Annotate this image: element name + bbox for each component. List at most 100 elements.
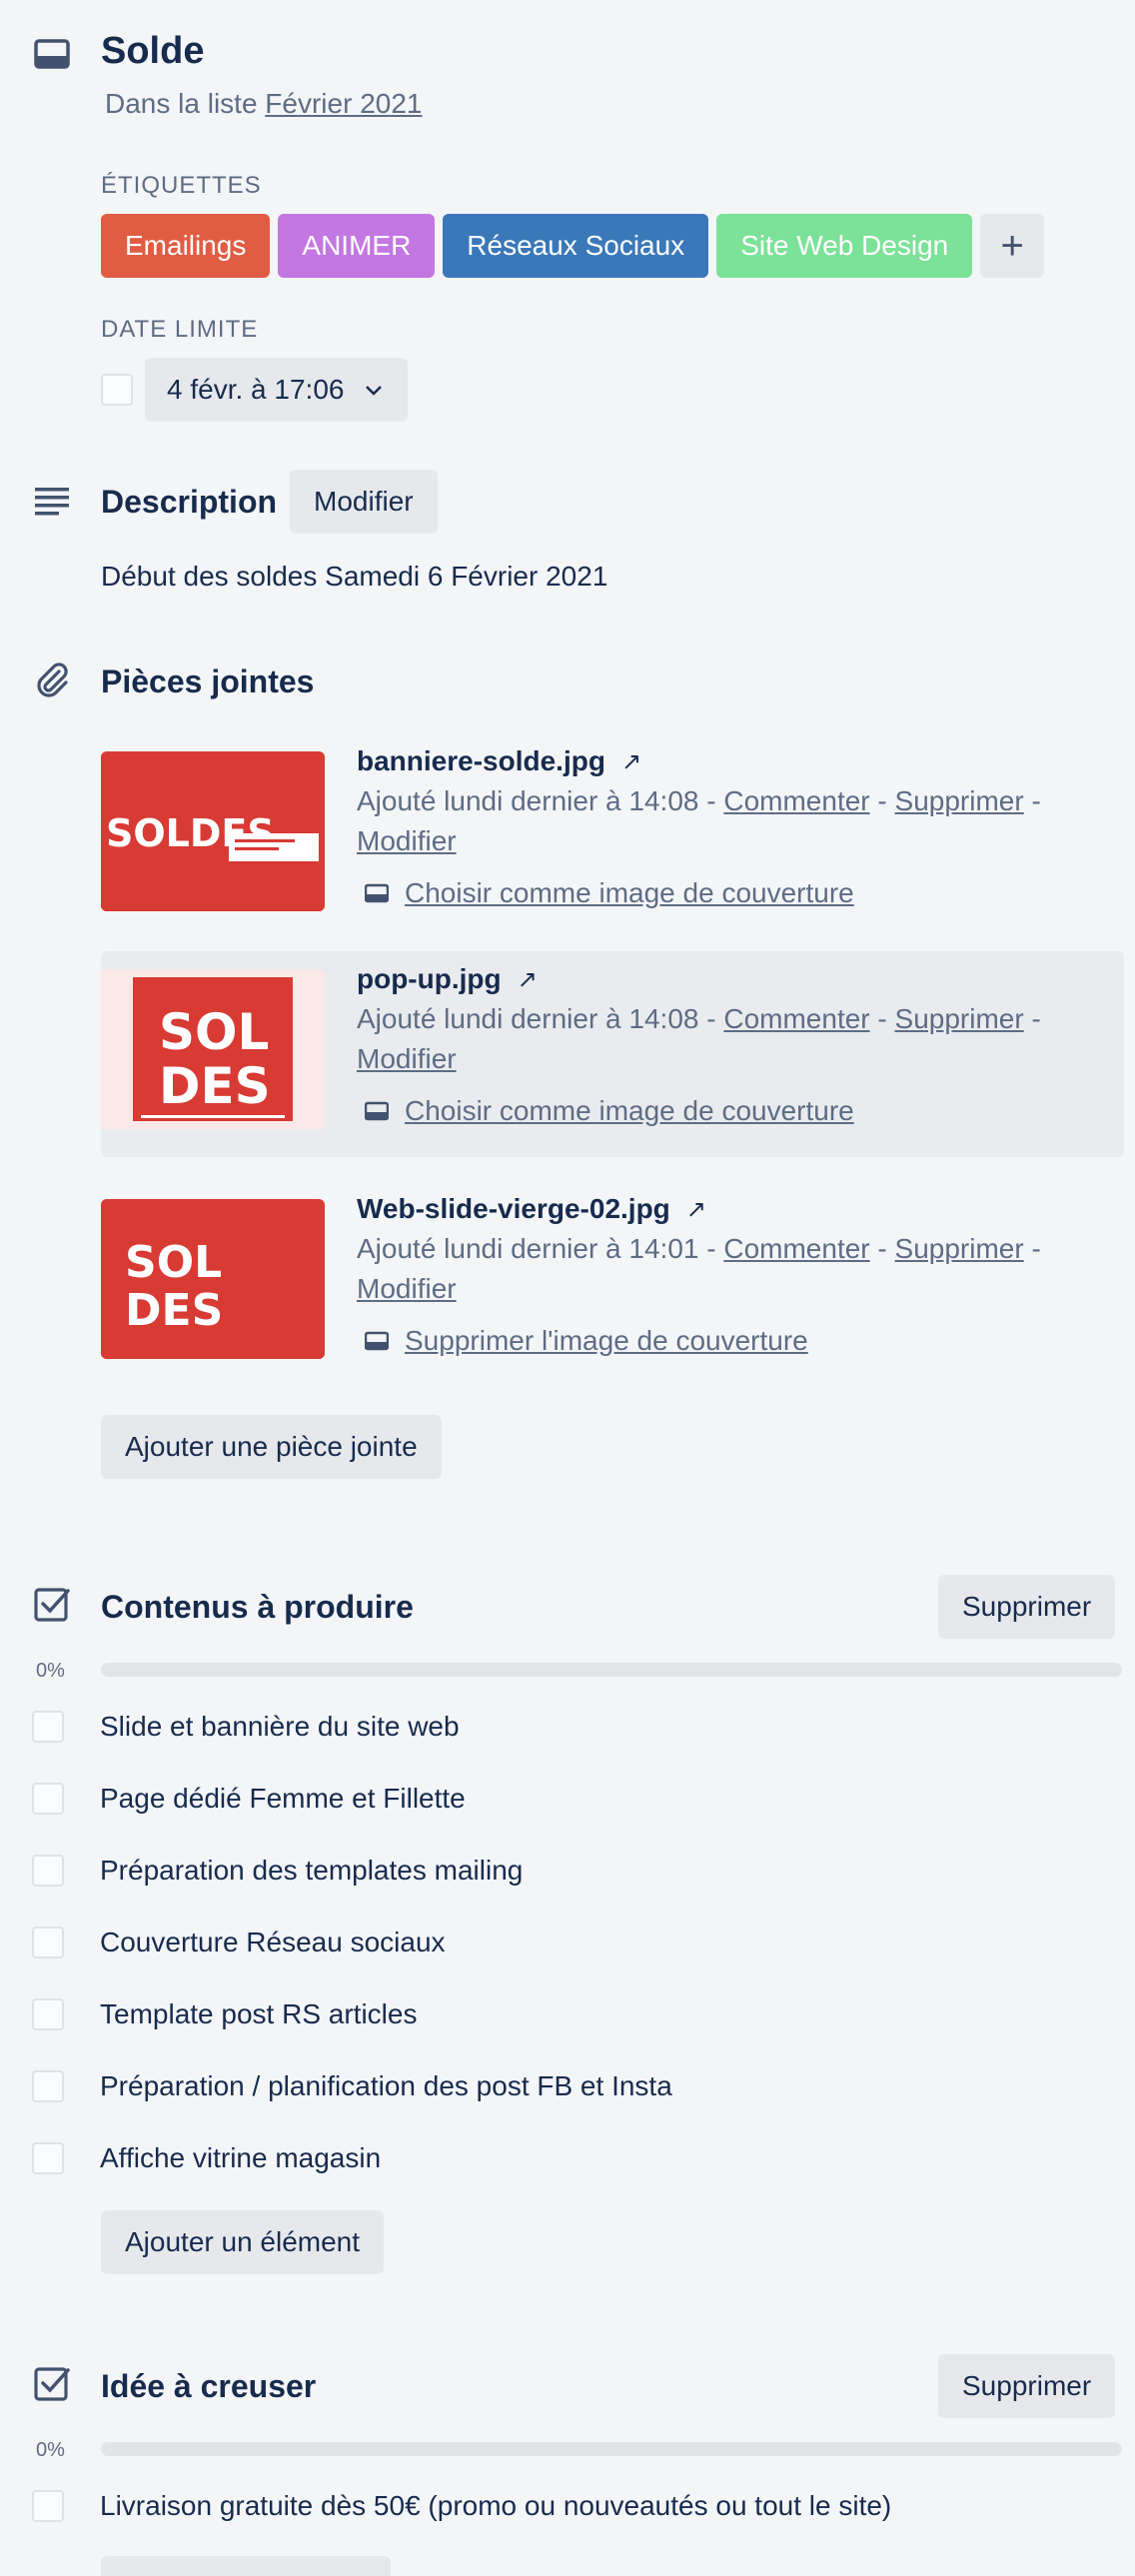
checklist-item[interactable]: Page dédié Femme et Fillette (32, 1783, 466, 1815)
delete-checklist-button[interactable]: Supprimer (938, 2354, 1116, 2418)
attachment-date: Ajouté lundi dernier à 14:01 - (357, 1233, 716, 1264)
thumb-des-text: DES (159, 1057, 271, 1115)
item-text[interactable]: Livraison gratuite dès 50€ (promo ou nou… (100, 2490, 891, 2522)
item-checkbox[interactable] (32, 1783, 64, 1815)
attachment-meta: Ajouté lundi dernier à 14:01 - Commenter… (357, 1233, 1041, 1304)
description-text[interactable]: Début des soldes Samedi 6 Février 2021 (101, 561, 607, 593)
attachment-date: Ajouté lundi dernier à 14:08 - (357, 785, 716, 816)
due-heading: DATE LIMITE (101, 316, 259, 343)
checklist-progress-percent: 0% (36, 1660, 65, 1682)
attachment-filename[interactable]: banniere-solde.jpg (357, 745, 605, 777)
item-checkbox[interactable] (32, 1927, 64, 1958)
add-label-button[interactable]: + (980, 214, 1045, 278)
attachment-thumbnail[interactable]: SOLDES (101, 751, 325, 911)
checklist-item[interactable]: Slide et bannière du site web (32, 1711, 460, 1743)
thumb-sol-text: SOL (125, 1237, 222, 1288)
comment-link[interactable]: Commenter (723, 1003, 869, 1034)
attachment-name[interactable]: pop-up.jpg ↗ (357, 963, 1116, 995)
checklist-item[interactable]: Template post RS articles (32, 1998, 417, 2030)
checklist-item[interactable]: Couverture Réseau sociaux (32, 1927, 446, 1958)
attachment-item[interactable]: SOLDES banniere-solde.jpg ↗ Ajouté lundi… (101, 733, 1124, 939)
list-link[interactable]: Février 2021 (265, 88, 422, 119)
edit-link[interactable]: Modifier (357, 1043, 457, 1074)
attachment-thumbnail[interactable]: SOL DES (101, 969, 325, 1129)
item-text[interactable]: Affiche vitrine magasin (100, 2142, 381, 2174)
thumb-sol-text: SOL (159, 1003, 269, 1061)
cover-action[interactable]: Choisir comme image de couverture (357, 877, 1116, 909)
in-list-prefix: Dans la liste (105, 88, 258, 119)
external-link-icon[interactable]: ↗ (518, 965, 538, 994)
delete-link[interactable]: Supprimer (895, 785, 1024, 816)
checklist-item[interactable]: Livraison gratuite dès 50€ (promo ou nou… (32, 2490, 891, 2522)
card-icon (32, 34, 72, 74)
comment-link[interactable]: Commenter (723, 1233, 869, 1264)
external-link-icon[interactable]: ↗ (686, 1195, 706, 1224)
attachment-info: Web-slide-vierge-02.jpg ↗ Ajouté lundi d… (357, 1193, 1116, 1357)
label-animer[interactable]: ANIMER (278, 214, 436, 278)
item-checkbox[interactable] (32, 2490, 64, 2522)
attachment-filename[interactable]: pop-up.jpg (357, 963, 502, 995)
item-text[interactable]: Page dédié Femme et Fillette (100, 1783, 466, 1815)
cover-action[interactable]: Supprimer l'image de couverture (357, 1325, 1116, 1357)
attachment-thumbnail[interactable]: SOL DES (101, 1199, 325, 1359)
description-icon (32, 482, 72, 522)
external-link-icon[interactable]: ↗ (621, 747, 641, 776)
checklist-icon (32, 2364, 72, 2404)
checklist-item[interactable]: Préparation / planification des post FB … (32, 2070, 672, 2102)
cover-action[interactable]: Choisir comme image de couverture (357, 1095, 1116, 1127)
label-site-web-design[interactable]: Site Web Design (716, 214, 973, 278)
cover-action-link[interactable]: Supprimer l'image de couverture (405, 1325, 808, 1357)
attachment-item[interactable]: SOL DES Web-slide-vierge-02.jpg ↗ Ajouté… (101, 1181, 1124, 1387)
checklist-title[interactable]: Idée à creuser (101, 2368, 316, 2405)
checklist-progress-bar (101, 2442, 1122, 2456)
add-attachment-button[interactable]: Ajouter une pièce jointe (101, 1415, 442, 1479)
attachment-meta: Ajouté lundi dernier à 14:08 - Commenter… (357, 1003, 1041, 1074)
checklist-item[interactable]: Préparation des templates mailing (32, 1855, 523, 1887)
add-item-button[interactable] (101, 2556, 391, 2576)
thumb-des-text: DES (125, 1285, 223, 1336)
labels-row: Emailings ANIMER Réseaux Sociaux Site We… (101, 214, 1045, 278)
item-checkbox[interactable] (32, 1711, 64, 1743)
cover-action-link[interactable]: Choisir comme image de couverture (405, 1095, 854, 1127)
card-cover-icon (365, 1101, 389, 1121)
attachment-filename[interactable]: Web-slide-vierge-02.jpg (357, 1193, 670, 1225)
item-text[interactable]: Template post RS articles (100, 1998, 417, 2030)
delete-link[interactable]: Supprimer (895, 1233, 1024, 1264)
checklist-icon (32, 1585, 72, 1625)
item-checkbox[interactable] (32, 1855, 64, 1887)
due-row: 4 févr. à 17:06 (101, 358, 409, 422)
attachment-item[interactable]: SOL DES pop-up.jpg ↗ Ajouté lundi dernie… (101, 951, 1124, 1157)
due-complete-checkbox[interactable] (101, 374, 133, 406)
item-text[interactable]: Préparation des templates mailing (100, 1855, 523, 1887)
attachment-info: banniere-solde.jpg ↗ Ajouté lundi dernie… (357, 745, 1116, 909)
attachment-meta: Ajouté lundi dernier à 14:08 - Commenter… (357, 785, 1041, 856)
plus-icon: + (1000, 223, 1024, 268)
due-date-button[interactable]: 4 févr. à 17:06 (145, 358, 409, 422)
checklist-title[interactable]: Contenus à produire (101, 1589, 414, 1626)
attachment-name[interactable]: Web-slide-vierge-02.jpg ↗ (357, 1193, 1116, 1225)
item-text[interactable]: Slide et bannière du site web (100, 1711, 460, 1743)
card-title[interactable]: Solde (101, 30, 204, 73)
comment-link[interactable]: Commenter (723, 785, 869, 816)
card-cover-icon (365, 883, 389, 903)
item-checkbox[interactable] (32, 2070, 64, 2102)
edit-description-button[interactable]: Modifier (290, 470, 438, 534)
item-text[interactable]: Couverture Réseau sociaux (100, 1927, 446, 1958)
in-list-info: Dans la liste Février 2021 (105, 88, 422, 120)
edit-link[interactable]: Modifier (357, 1273, 457, 1304)
checklist-progress-percent: 0% (36, 2439, 65, 2461)
due-date-value: 4 févr. à 17:06 (167, 374, 345, 405)
cover-action-link[interactable]: Choisir comme image de couverture (405, 877, 854, 909)
attachment-name[interactable]: banniere-solde.jpg ↗ (357, 745, 1116, 777)
item-checkbox[interactable] (32, 2142, 64, 2174)
item-checkbox[interactable] (32, 1998, 64, 2030)
label-reseaux-sociaux[interactable]: Réseaux Sociaux (443, 214, 709, 278)
add-item-button[interactable]: Ajouter un élément (101, 2210, 385, 2274)
item-text[interactable]: Préparation / planification des post FB … (100, 2070, 672, 2102)
checklist-item[interactable]: Affiche vitrine magasin (32, 2142, 381, 2174)
attachment-date: Ajouté lundi dernier à 14:08 - (357, 1003, 716, 1034)
delete-checklist-button[interactable]: Supprimer (938, 1575, 1116, 1639)
edit-link[interactable]: Modifier (357, 825, 457, 856)
delete-link[interactable]: Supprimer (895, 1003, 1024, 1034)
label-emailings[interactable]: Emailings (101, 214, 271, 278)
